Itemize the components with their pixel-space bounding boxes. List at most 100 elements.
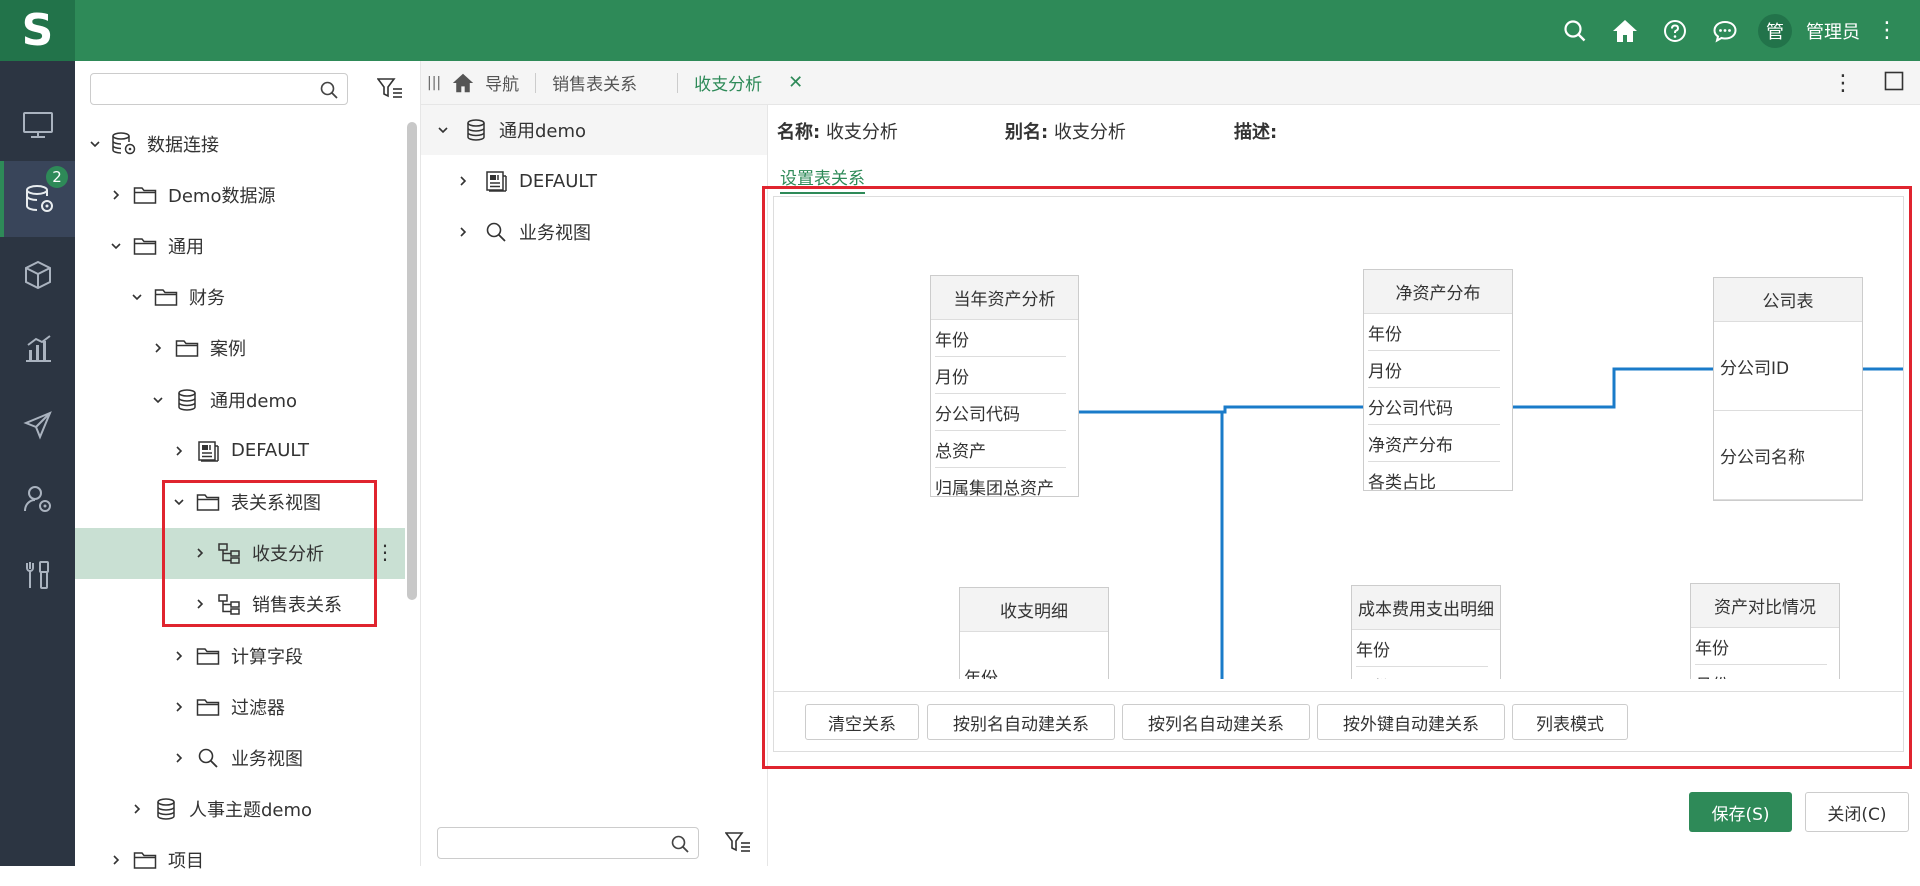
tree-item[interactable]: 通用: [75, 220, 405, 271]
tree-item[interactable]: 财务: [75, 272, 405, 323]
tree-item[interactable]: 数据连接: [75, 118, 405, 169]
tree-scrollbar[interactable]: [407, 122, 417, 600]
entity-table[interactable]: 当年资产分析 年份 月份 分公司代码 总资产 归属集团总资产: [930, 275, 1079, 497]
chevron-right-icon[interactable]: [171, 752, 187, 764]
search-icon[interactable]: [670, 834, 690, 859]
entity-field[interactable]: 归属集团总资产: [935, 468, 1066, 497]
user-avatar[interactable]: 管: [1758, 13, 1792, 48]
app-logo[interactable]: S: [0, 0, 75, 61]
chevron-right-icon[interactable]: [171, 701, 187, 713]
auto-relation-by-fk-button[interactable]: 按外键自动建关系: [1317, 704, 1505, 740]
chevron-right-icon[interactable]: [455, 226, 471, 238]
entity-table-title[interactable]: 公司表: [1714, 278, 1862, 322]
home-icon[interactable]: [1607, 13, 1643, 49]
entity-field[interactable]: 净资产分布: [1368, 425, 1500, 462]
entity-table[interactable]: 收支明细年份月份: [959, 587, 1109, 679]
entity-field[interactable]: 年份: [1356, 630, 1488, 667]
tree-item[interactable]: 计算字段: [75, 630, 405, 681]
tree-item[interactable]: DEFAULT: [75, 425, 405, 476]
nav-monitor[interactable]: [0, 87, 75, 163]
chevron-down-icon[interactable]: [87, 138, 103, 150]
entity-table-title[interactable]: 当年资产分析: [931, 276, 1078, 320]
help-icon[interactable]: [1657, 13, 1693, 49]
entity-table-title[interactable]: 资产对比情况: [1691, 584, 1839, 628]
search-icon[interactable]: [319, 80, 339, 105]
nav-analysis[interactable]: [0, 311, 75, 387]
nav-user-settings[interactable]: [0, 461, 75, 537]
entity-table[interactable]: 净资产分布 年份 月份 分公司代码 净资产分布 各类占比: [1363, 269, 1513, 491]
maximize-icon[interactable]: [1884, 71, 1904, 96]
relation-line[interactable]: [1513, 367, 1713, 409]
nav-model[interactable]: [0, 237, 75, 313]
entity-field[interactable]: 年份: [1368, 314, 1500, 351]
chevron-down-icon[interactable]: [150, 394, 166, 406]
list-mode-button[interactable]: 列表模式: [1512, 704, 1628, 740]
chevron-down-icon[interactable]: [435, 124, 451, 136]
auto-relation-by-column-button[interactable]: 按列名自动建关系: [1122, 704, 1310, 740]
entity-field[interactable]: 月份: [935, 357, 1066, 394]
entity-field[interactable]: 分公司代码: [1368, 388, 1500, 425]
auto-relation-by-alias-button[interactable]: 按别名自动建关系: [927, 704, 1115, 740]
chevron-right-icon[interactable]: [108, 854, 124, 866]
chevron-right-icon[interactable]: [455, 175, 471, 187]
source-tree-item[interactable]: 业务视图: [421, 207, 767, 257]
chevron-down-icon[interactable]: [129, 291, 145, 303]
entity-field[interactable]: 月份: [1356, 667, 1488, 680]
tree-item[interactable]: 案例: [75, 323, 405, 374]
filter-icon[interactable]: [724, 831, 751, 858]
nav-tools[interactable]: [0, 537, 75, 613]
close-button[interactable]: 关闭(C): [1805, 792, 1909, 832]
entity-field[interactable]: 年份: [964, 632, 1096, 680]
entity-field[interactable]: 分公司代码: [935, 394, 1066, 431]
message-icon[interactable]: [1707, 13, 1743, 49]
source-tree-item[interactable]: 通用demo: [421, 105, 767, 155]
source-search-input[interactable]: [437, 827, 699, 859]
entity-field[interactable]: 年份: [935, 320, 1066, 357]
clear-relations-button[interactable]: 清空关系: [805, 704, 919, 740]
entity-table[interactable]: 成本费用支出明细年份月份: [1351, 585, 1501, 679]
tree-search-input[interactable]: [90, 73, 348, 105]
more-vertical-icon[interactable]: ⋮: [1832, 71, 1854, 96]
chevron-right-icon[interactable]: [150, 342, 166, 354]
nav-publish[interactable]: [0, 387, 75, 463]
tab-income-analysis[interactable]: 收支分析 ✕: [678, 72, 819, 95]
chevron-down-icon[interactable]: [108, 240, 124, 252]
chevron-right-icon[interactable]: [108, 189, 124, 201]
chevron-right-icon[interactable]: [129, 803, 145, 815]
relation-line[interactable]: [1079, 405, 1363, 414]
drag-handle-icon[interactable]: |||: [427, 75, 441, 91]
relation-diagram-canvas[interactable]: 当年资产分析 年份 月份 分公司代码 总资产 归属集团总资产 净资产分布 年份 月份 分公司代码净…: [774, 197, 1903, 679]
tree-item[interactable]: 业务视图: [75, 732, 405, 783]
save-button[interactable]: 保存(S): [1689, 792, 1792, 832]
more-vertical-icon[interactable]: ⋮: [375, 540, 395, 564]
username[interactable]: 管理员: [1806, 18, 1860, 44]
entity-field[interactable]: 分公司名称: [1714, 411, 1862, 500]
chevron-right-icon[interactable]: [171, 445, 187, 457]
entity-field[interactable]: 分公司ID: [1714, 322, 1862, 411]
entity-table-title[interactable]: 净资产分布: [1364, 270, 1512, 314]
entity-field[interactable]: 月份: [1695, 665, 1827, 680]
search-icon[interactable]: [1557, 13, 1593, 49]
tree-item[interactable]: 过滤器: [75, 681, 405, 732]
entity-table-title[interactable]: 成本费用支出明细: [1352, 586, 1500, 630]
entity-field[interactable]: 月份: [1368, 351, 1500, 388]
tree-item[interactable]: Demo数据源: [75, 169, 405, 220]
close-icon[interactable]: ✕: [788, 72, 803, 93]
tree-item[interactable]: 项目: [75, 835, 405, 886]
entity-field[interactable]: 总资产: [935, 431, 1066, 468]
tree-item[interactable]: 人事主题demo: [75, 784, 405, 835]
entity-table-title[interactable]: 收支明细: [960, 588, 1108, 632]
tab-home[interactable]: 导航: [441, 72, 537, 95]
entity-field[interactable]: 各类占比: [1368, 462, 1500, 491]
more-vertical-icon[interactable]: ⋮: [1876, 18, 1898, 43]
filter-icon[interactable]: [376, 77, 403, 104]
tab-sales-relation[interactable]: 销售表关系: [536, 72, 679, 95]
source-tree-item[interactable]: DEFAULT: [421, 156, 767, 206]
chevron-right-icon[interactable]: [171, 650, 187, 662]
user-gear-icon: [23, 486, 51, 512]
entity-field-list: 年份 月份 分公司代码 总资产 归属集团总资产: [931, 320, 1078, 496]
entity-field[interactable]: 年份: [1695, 628, 1827, 665]
tree-item[interactable]: 通用demo: [75, 374, 405, 425]
entity-table[interactable]: 公司表 分公司ID 分公司名称: [1713, 277, 1863, 501]
entity-table[interactable]: 资产对比情况年份月份: [1690, 583, 1840, 679]
